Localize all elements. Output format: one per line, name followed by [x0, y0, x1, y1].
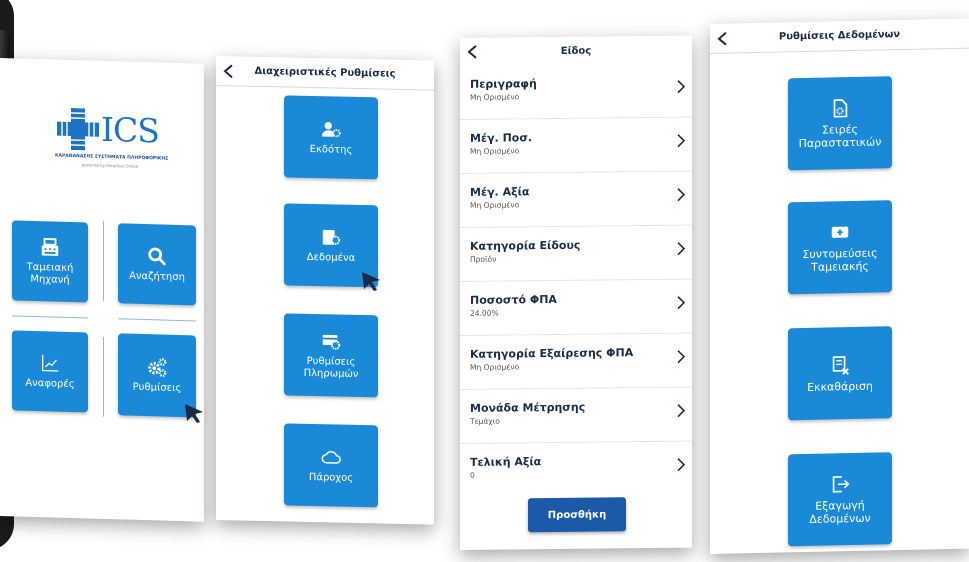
- ics-logo: ICS ΚΑΡΑΘΑΝΑΣΗΣ ΣΥΣΤΗΜΑΤΑ ΠΛΗΡΟΦΟΡΙΚΗΣ p…: [55, 107, 169, 181]
- tile-label: Αναφορές: [25, 377, 75, 391]
- logo-powered: powered by Paradisis Online: [81, 162, 139, 169]
- pointer-cursor-icon: [362, 272, 380, 291]
- tile-search[interactable]: Αναζήτηση: [118, 223, 196, 306]
- field-label: Περιγραφή: [470, 77, 537, 91]
- list-item-vat-exemption[interactable]: Κατηγορία Εξαίρεσης ΦΠΑ Μη Ορισμένο: [460, 333, 692, 390]
- tile-payment-settings[interactable]: Ρυθμίσεις Πληρωμών: [284, 313, 378, 398]
- tile-label: Εκδότης: [309, 143, 353, 156]
- field-label: Κατηγορία Εξαίρεσης ΦΠΑ: [470, 346, 634, 361]
- back-button[interactable]: [710, 25, 736, 52]
- tile-label: Εκκαθάριση: [807, 379, 873, 394]
- payment-gear-icon: [320, 330, 342, 352]
- tile-label: Πάροχος: [308, 471, 354, 484]
- cloud-icon: [320, 446, 342, 468]
- divider: [118, 318, 196, 322]
- chevron-right-icon: [677, 80, 686, 94]
- tile-clear[interactable]: Εκκαθάριση: [788, 326, 892, 421]
- topbar: Διαχειριστικές Ρυθμίσεις: [216, 56, 434, 91]
- list-item-category[interactable]: Κατηγορία Είδους Προϊόν: [460, 225, 692, 282]
- chevron-right-icon: [677, 350, 686, 364]
- field-value: Μη Ορισμένο: [470, 146, 520, 156]
- tile-reports[interactable]: Αναφορές: [12, 330, 88, 413]
- divider: [103, 220, 104, 301]
- chevron-right-icon: [677, 134, 686, 148]
- pointer-cursor-icon: [185, 404, 203, 423]
- tile-label: Δεδομένα: [306, 251, 356, 264]
- tile-label: Ρυθμίσεις: [132, 381, 182, 395]
- divider: [12, 315, 88, 319]
- data-gear-icon: [320, 226, 342, 248]
- field-value: 24.00%: [470, 308, 499, 318]
- document-gear-icon: [829, 97, 851, 119]
- list-item-description[interactable]: Περιγραφή Μη Ορισμένο: [460, 63, 692, 120]
- field-value: Μη Ορισμένο: [470, 92, 520, 102]
- tile-label: Συντομεύσεις Ταμειακής: [802, 246, 878, 274]
- shortcut-plus-icon: [829, 221, 851, 243]
- home-screen: ICS ΚΑΡΑΘΑΝΑΣΗΣ ΣΥΣΤΗΜΑΤΑ ΠΛΗΡΟΦΟΡΙΚΗΣ p…: [0, 58, 204, 522]
- data-settings-screen: Ρυθμίσεις Δεδομένων Σειρές Παραστατικών …: [710, 18, 969, 555]
- page-title: Είδος: [560, 45, 592, 57]
- chevron-left-icon: [467, 45, 477, 59]
- tile-cash-register[interactable]: Ταμειακή Μηχανή: [12, 220, 88, 303]
- list-item-max-value[interactable]: Μέγ. Αξία Μη Ορισμένο: [460, 171, 692, 228]
- field-label: Τελική Αξία: [470, 455, 542, 469]
- field-label: Μέγ. Αξία: [470, 185, 530, 199]
- chevron-right-icon: [677, 296, 686, 310]
- divider: [103, 336, 104, 417]
- gears-icon: [146, 356, 168, 379]
- item-screen: Είδος Περιγραφή Μη Ορισμένο Μέγ. Ποσ. Μη…: [460, 35, 692, 550]
- chart-icon: [39, 352, 61, 375]
- tile-label: Ταμειακή Μηχανή: [26, 261, 74, 286]
- field-value: Τεμάχιο: [470, 416, 500, 426]
- export-icon: [829, 473, 851, 495]
- logo-text: ICS: [101, 109, 159, 151]
- tile-label: Εξαγωγή Δεδομένων: [809, 498, 871, 526]
- list-item-final-value[interactable]: Τελική Αξία 0: [460, 442, 692, 498]
- field-label: Κατηγορία Είδους: [470, 238, 581, 253]
- back-button[interactable]: [460, 39, 486, 65]
- tile-provider[interactable]: Πάροχος: [284, 423, 378, 508]
- list-item-max-qty[interactable]: Μέγ. Ποσ. Μη Ορισμένο: [460, 117, 692, 174]
- chevron-right-icon: [677, 188, 686, 202]
- topbar: Ρυθμίσεις Δεδομένων: [710, 18, 969, 55]
- add-button[interactable]: Προσθήκη: [528, 497, 626, 533]
- field-value: 0: [470, 470, 475, 480]
- tile-register-shortcuts[interactable]: Συντομεύσεις Ταμειακής: [788, 200, 892, 295]
- back-button[interactable]: [216, 58, 242, 85]
- topbar: Είδος: [460, 35, 692, 66]
- tile-publisher[interactable]: Εκδότης: [284, 95, 378, 180]
- tile-export-data[interactable]: Εξαγωγή Δεδομένων: [788, 452, 892, 547]
- chevron-right-icon: [677, 458, 686, 472]
- search-icon: [146, 245, 168, 268]
- chevron-left-icon: [223, 64, 233, 78]
- field-label: Μονάδα Μέτρησης: [470, 400, 586, 415]
- logo-cross-icon: [57, 107, 99, 151]
- chevron-left-icon: [717, 31, 727, 45]
- cash-register-icon: [39, 236, 61, 259]
- logo-subtitle: ΚΑΡΑΘΑΝΑΣΗΣ ΣΥΣΤΗΜΑΤΑ ΠΛΗΡΟΦΟΡΙΚΗΣ: [55, 153, 169, 162]
- tile-label: Σειρές Παραστατικών: [798, 122, 882, 151]
- field-value: Μη Ορισμένο: [470, 200, 520, 210]
- page-title: Ρυθμίσεις Δεδομένων: [778, 29, 901, 43]
- list-item-vat-rate[interactable]: Ποσοστό ΦΠΑ 24.00%: [460, 279, 692, 336]
- tile-label: Ρυθμίσεις Πληρωμών: [303, 355, 359, 380]
- user-gear-icon: [320, 118, 342, 140]
- field-value: Προϊόν: [470, 254, 497, 264]
- admin-settings-screen: Διαχειριστικές Ρυθμίσεις Εκδότης Δεδομέν…: [216, 56, 434, 525]
- chevron-right-icon: [677, 404, 686, 418]
- clear-list-icon: [829, 354, 851, 376]
- field-label: Ποσοστό ΦΠΑ: [470, 292, 557, 307]
- field-value: Μη Ορισμένο: [470, 362, 520, 372]
- page-title: Διαχειριστικές Ρυθμίσεις: [254, 65, 396, 80]
- field-list: Περιγραφή Μη Ορισμένο Μέγ. Ποσ. Μη Ορισμ…: [460, 63, 692, 498]
- chevron-right-icon: [677, 242, 686, 256]
- list-item-unit[interactable]: Μονάδα Μέτρησης Τεμάχιο: [460, 387, 692, 444]
- field-label: Μέγ. Ποσ.: [470, 131, 533, 145]
- tile-label: Αναζήτηση: [129, 270, 185, 284]
- tile-document-series[interactable]: Σειρές Παραστατικών: [788, 76, 892, 171]
